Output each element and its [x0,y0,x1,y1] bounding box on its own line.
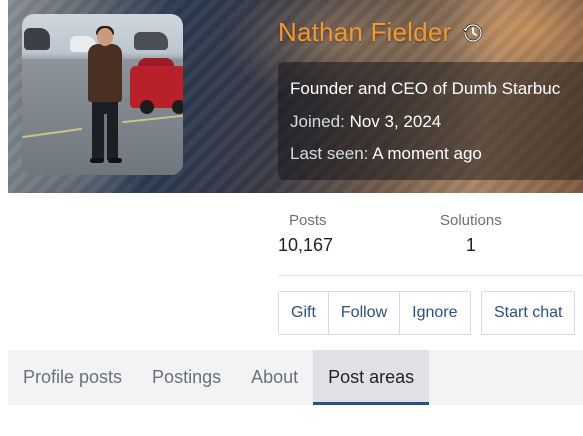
avatar-car-wheel [172,100,183,114]
last-seen-value: A moment ago [372,144,482,163]
avatar-car-wheel [140,100,154,114]
tab-profile-posts[interactable]: Profile posts [8,350,137,405]
last-seen-row: Last seen: A moment ago [290,144,482,164]
tab-postings[interactable]: Postings [137,350,236,405]
name-row: Nathan Fielder [278,17,485,48]
last-seen-label: Last seen: [290,144,369,163]
ignore-button[interactable]: Ignore [400,292,470,334]
tab-post-areas[interactable]: Post areas [313,350,430,405]
profile-info: Founder and CEO of Dumb Starbuc Joined: … [290,62,583,182]
start-chat-button[interactable]: Start chat [482,292,575,334]
stat-label: Posts [289,212,327,229]
joined-value: Nov 3, 2024 [349,112,442,131]
avatar-person-legs-gap [104,114,107,160]
stat-posts[interactable]: Posts 10,167 [278,212,333,256]
joined-row: Joined: Nov 3, 2024 [290,112,441,132]
stat-solutions[interactable]: Solutions 1 [440,212,502,256]
avatar-person-head [97,28,113,46]
follow-button[interactable]: Follow [328,292,401,334]
member-actions: Gift Follow Ignore [278,291,471,335]
stats-divider [278,275,583,276]
profile-tabs: Profile posts Postings About Post areas [8,350,583,405]
tab-about[interactable]: About [236,350,313,405]
stat-label: Solutions [440,212,502,229]
stat-value: 10,167 [278,235,334,255]
avatar-car [24,28,50,50]
chat-actions: Start chat [481,291,576,335]
avatar-person-shoe [108,158,122,163]
joined-label: Joined: [290,112,345,131]
tagline-text: Founder and CEO of Dumb Starbuc [290,79,561,98]
user-name[interactable]: Nathan Fielder [278,17,451,48]
avatar[interactable] [22,14,183,175]
stat-value: 1 [465,235,476,255]
gift-button[interactable]: Gift [279,292,329,334]
avatar-person-jacket [88,44,122,102]
avatar-person-shoe [90,158,104,163]
tagline: Founder and CEO of Dumb Starbuc [290,79,560,99]
avatar-car [134,32,168,50]
history-clock-icon [459,20,485,46]
